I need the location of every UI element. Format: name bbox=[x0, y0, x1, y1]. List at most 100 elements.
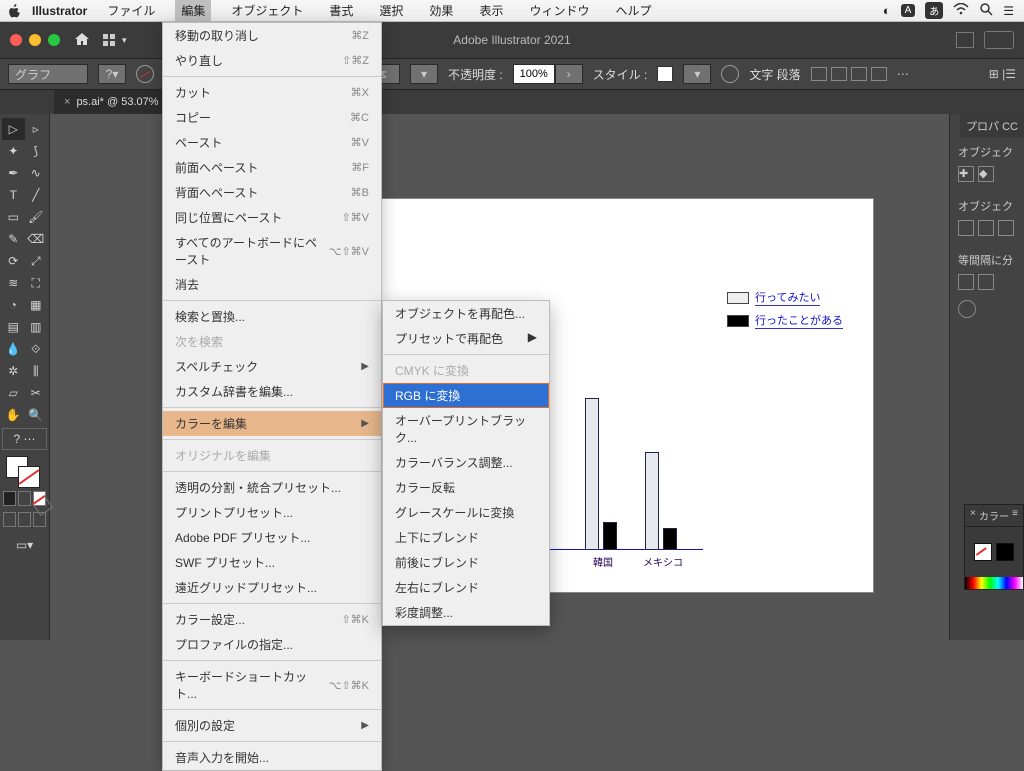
menu-item[interactable]: スペルチェック▶ bbox=[163, 354, 381, 379]
symbol-sprayer-tool[interactable]: ✲ bbox=[2, 360, 25, 382]
wifi-icon[interactable] bbox=[953, 3, 969, 18]
submenu-item[interactable]: 左右にブレンド bbox=[383, 575, 549, 600]
status-input-mode[interactable]: あ bbox=[925, 2, 943, 19]
tab-close-icon[interactable]: × bbox=[64, 96, 70, 108]
selection-tool[interactable]: ▷ bbox=[2, 118, 25, 140]
color-panel[interactable]: ×カラー≡ bbox=[964, 504, 1024, 590]
fill-none-icon[interactable] bbox=[136, 65, 154, 83]
menu-item[interactable]: カット⌘X bbox=[163, 80, 381, 105]
magic-wand-tool[interactable]: ✦ bbox=[2, 140, 25, 162]
paragraph-align-icons[interactable] bbox=[811, 67, 887, 81]
menu-item[interactable]: 消去 bbox=[163, 272, 381, 297]
menu-item[interactable]: 音声入力を開始... bbox=[163, 745, 381, 770]
perspective-tool[interactable]: ▦ bbox=[25, 294, 48, 316]
panel-toggle-icon[interactable]: ⊞ |☰ bbox=[989, 67, 1016, 81]
submenu-item[interactable]: 上下にブレンド bbox=[383, 525, 549, 550]
menu-help[interactable]: ヘルプ bbox=[609, 0, 657, 21]
menu-item[interactable]: 透明の分割・統合プリセット... bbox=[163, 475, 381, 500]
menu-object[interactable]: オブジェクト bbox=[225, 0, 309, 21]
scale-tool[interactable]: ⤢ bbox=[25, 250, 48, 272]
window-controls[interactable] bbox=[10, 34, 60, 46]
blend-tool[interactable]: ⟐ bbox=[25, 338, 48, 360]
width-tool[interactable]: ≋ bbox=[2, 272, 25, 294]
menu-item[interactable]: 移動の取り消し⌘Z bbox=[163, 23, 381, 48]
style-dd[interactable]: ▾ bbox=[683, 64, 711, 84]
lasso-tool[interactable]: ⟆ bbox=[25, 140, 48, 162]
hand-tool[interactable]: ✋ bbox=[2, 404, 25, 426]
menu-item[interactable]: 同じ位置にペースト⇧⌘V bbox=[163, 205, 381, 230]
close-icon[interactable]: × bbox=[970, 508, 976, 523]
paintbrush-tool[interactable]: 🖌 bbox=[25, 206, 48, 228]
shaper-tool[interactable]: ✎ bbox=[2, 228, 25, 250]
menu-view[interactable]: 表示 bbox=[473, 0, 509, 21]
submenu-item[interactable]: オーバープリントブラック... bbox=[383, 408, 549, 450]
menu-item[interactable]: カラー設定...⇧⌘K bbox=[163, 607, 381, 632]
stroke-profile-dd[interactable]: ▾ bbox=[410, 64, 438, 84]
rectangle-tool[interactable]: ▭ bbox=[2, 206, 25, 228]
properties-panel-tab[interactable]: プロパ CC bbox=[960, 114, 1024, 138]
menu-item[interactable]: カスタム辞書を編集... bbox=[163, 379, 381, 404]
submenu-item[interactable]: オブジェクトを再配色... bbox=[383, 301, 549, 326]
menu-item[interactable]: ペースト⌘V bbox=[163, 130, 381, 155]
menu-item[interactable]: キーボードショートカット...⌥⇧⌘K bbox=[163, 664, 381, 706]
edit-toolbar[interactable]: ? ⋯ bbox=[2, 428, 47, 450]
menu-item[interactable]: 前面へペースト⌘F bbox=[163, 155, 381, 180]
appearance-circle-icon[interactable] bbox=[958, 300, 976, 318]
search-field-mini[interactable] bbox=[984, 31, 1014, 49]
curvature-tool[interactable]: ∿ bbox=[25, 162, 48, 184]
rotate-tool[interactable]: ⟳ bbox=[2, 250, 25, 272]
workspace-dropdown[interactable]: ▾ bbox=[102, 33, 127, 47]
panel-menu-icon[interactable]: ≡ bbox=[1012, 508, 1018, 523]
pen-tool[interactable]: ✒ bbox=[2, 162, 25, 184]
help-dropdown[interactable]: ?▾ bbox=[98, 64, 126, 84]
menu-item[interactable]: やり直し⇧⌘Z bbox=[163, 48, 381, 73]
menu-item[interactable]: カラーを編集▶ bbox=[163, 411, 381, 436]
submenu-item[interactable]: 前後にブレンド bbox=[383, 550, 549, 575]
menu-item[interactable]: 検索と置換... bbox=[163, 304, 381, 329]
menu-item[interactable]: プリントプリセット... bbox=[163, 500, 381, 525]
shape-builder-tool[interactable]: ◔ bbox=[2, 294, 25, 316]
recolor-icon[interactable] bbox=[721, 65, 739, 83]
menu-item[interactable]: 背面へペースト⌘B bbox=[163, 180, 381, 205]
artboard-tool[interactable]: ▱ bbox=[2, 382, 25, 404]
submenu-item[interactable]: RGB に変換 bbox=[383, 383, 549, 408]
direct-selection-tool[interactable]: ▹ bbox=[25, 118, 48, 140]
graphic-style-swatch[interactable] bbox=[657, 66, 673, 82]
menu-item[interactable]: すべてのアートボードにペースト⌥⇧⌘V bbox=[163, 230, 381, 272]
menu-item[interactable]: SWF プリセット... bbox=[163, 550, 381, 575]
type-tool[interactable]: T bbox=[2, 184, 25, 206]
graph-tool[interactable]: ⫼ bbox=[25, 360, 48, 382]
menu-file[interactable]: ファイル bbox=[101, 0, 161, 21]
menu-item[interactable]: 遠近グリッドプリセット... bbox=[163, 575, 381, 600]
free-transform-tool[interactable]: ⛶ bbox=[25, 272, 48, 294]
transform-icons[interactable]: ✚◆ bbox=[958, 166, 1016, 182]
doc-setup-icon[interactable] bbox=[956, 32, 974, 48]
menu-extras-icon[interactable]: ☰ bbox=[1003, 4, 1014, 18]
menu-select[interactable]: 選択 bbox=[373, 0, 409, 21]
object-type-combo[interactable]: グラフ bbox=[8, 64, 88, 84]
home-icon[interactable] bbox=[74, 32, 90, 49]
search-icon[interactable] bbox=[979, 2, 993, 19]
color-stroke-swatch[interactable] bbox=[996, 543, 1014, 561]
screen-mode-tool[interactable]: ▭▾ bbox=[2, 534, 47, 556]
status-toggl-icon[interactable]: ◐ bbox=[883, 3, 891, 18]
submenu-item[interactable]: グレースケールに変換 bbox=[383, 500, 549, 525]
color-fill-swatch[interactable] bbox=[974, 543, 992, 561]
menu-item[interactable]: プロファイルの指定... bbox=[163, 632, 381, 657]
line-tool[interactable]: ╱ bbox=[25, 184, 48, 206]
fill-stroke-swatches[interactable] bbox=[2, 456, 47, 490]
overflow-icon[interactable]: ⋯ bbox=[897, 67, 910, 81]
eraser-tool[interactable]: ⌫ bbox=[25, 228, 48, 250]
menu-item[interactable]: 個別の設定▶ bbox=[163, 713, 381, 738]
slice-tool[interactable]: ✂ bbox=[25, 382, 48, 404]
align-icons-row[interactable] bbox=[958, 220, 1016, 236]
distribute-icons[interactable] bbox=[958, 274, 1016, 290]
spectrum-strip[interactable] bbox=[965, 577, 1023, 589]
menu-edit[interactable]: 編集 bbox=[175, 0, 211, 21]
opacity-input[interactable]: › bbox=[513, 64, 583, 84]
menu-type[interactable]: 書式 bbox=[323, 0, 359, 21]
fill-mode-switch[interactable] bbox=[2, 490, 47, 507]
menu-item[interactable]: Adobe PDF プリセット... bbox=[163, 525, 381, 550]
zoom-tool[interactable]: 🔍 bbox=[25, 404, 48, 426]
submenu-item[interactable]: 彩度調整... bbox=[383, 600, 549, 625]
